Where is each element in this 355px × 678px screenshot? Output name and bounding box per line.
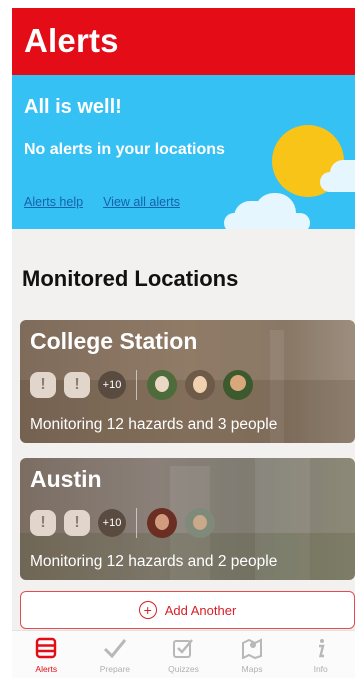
tab-label: Quizzes (168, 664, 199, 674)
tab-alerts[interactable]: Alerts (12, 631, 81, 678)
page-title: Alerts (24, 22, 119, 59)
location-name: College Station (30, 328, 198, 354)
cloud-icon (320, 172, 355, 192)
more-hazards-badge: +10 (98, 371, 126, 399)
divider (136, 370, 137, 400)
avatar (185, 370, 215, 400)
map-icon (239, 635, 265, 661)
status-title: All is well! (24, 96, 122, 118)
tab-info[interactable]: Info (286, 631, 355, 678)
app-header: Alerts (12, 8, 355, 75)
hazard-alert-icon: ! (30, 510, 56, 536)
app-screen: Alerts All is well! No alerts in your lo… (12, 8, 355, 678)
quiz-icon (170, 635, 196, 661)
tab-label: Prepare (99, 664, 131, 674)
status-banner: All is well! No alerts in your locations… (12, 75, 355, 229)
hazard-alert-icon: ! (64, 372, 90, 398)
location-status: Monitoring 12 hazards and 2 people (30, 553, 278, 570)
more-hazards-badge: +10 (98, 509, 126, 537)
hazard-alert-icon: ! (30, 372, 56, 398)
tab-prepare[interactable]: Prepare (81, 631, 150, 678)
location-card-college-station[interactable]: College Station ! ! +10 Monitoring 12 ha… (20, 320, 355, 443)
alerts-icon (33, 635, 59, 661)
tab-maps[interactable]: Maps (218, 631, 287, 678)
plus-circle-icon: + (138, 601, 157, 619)
tab-label: Maps (241, 664, 263, 674)
avatar (147, 370, 177, 400)
alerts-help-link[interactable]: Alerts help (24, 195, 83, 209)
view-all-alerts-link[interactable]: View all alerts (103, 195, 180, 209)
hazard-people-row: ! ! +10 (30, 370, 253, 400)
avatar (185, 508, 215, 538)
cloud-icon (224, 213, 310, 229)
checkmark-icon (102, 635, 128, 661)
tab-quizzes[interactable]: Quizzes (149, 631, 218, 678)
location-card-austin[interactable]: Austin ! ! +10 Monitoring 12 hazards and… (20, 458, 355, 580)
divider (136, 508, 137, 538)
avatar (223, 370, 253, 400)
location-name: Austin (30, 466, 102, 492)
tab-label: Alerts (35, 664, 58, 674)
tab-bar: Alerts Prepare Quizzes Maps Info (12, 630, 355, 678)
status-subtitle: No alerts in your locations (24, 141, 225, 158)
avatar (147, 508, 177, 538)
section-title: Monitored Locations (22, 266, 239, 291)
location-status: Monitoring 12 hazards and 3 people (30, 416, 278, 433)
banner-links: Alerts help View all alerts (24, 195, 180, 209)
tab-label: Info (313, 664, 328, 674)
add-location-label: Add Another (164, 602, 237, 618)
info-icon (308, 635, 334, 661)
add-location-button[interactable]: + Add Another (20, 591, 355, 629)
hazard-alert-icon: ! (64, 510, 90, 536)
hazard-people-row: ! ! +10 (30, 508, 215, 538)
